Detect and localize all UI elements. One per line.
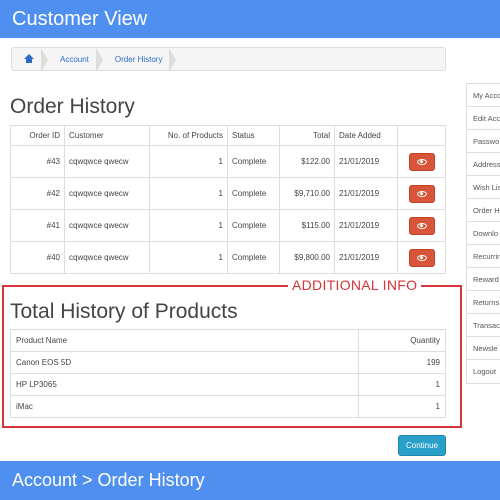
banner-title: Customer View <box>12 8 148 30</box>
column-header-total: Total <box>279 125 335 146</box>
label-dash <box>279 285 287 287</box>
products-header-row: Product Name Quantity <box>10 329 446 352</box>
order-customer: cqwqwce qwecw <box>64 241 150 274</box>
sidebar-item-downloads[interactable]: Downlo <box>467 222 500 245</box>
order-date: 21/01/2019 <box>334 177 398 210</box>
banner-caption: Account > Order History <box>12 470 205 490</box>
column-header-products: No. of Products <box>149 125 228 146</box>
table-row: #43 cqwqwce qwecw 1 Complete $122.00 21/… <box>10 145 446 178</box>
order-id: #40 <box>10 241 65 274</box>
table-row: #41 cqwqwce qwecw 1 Complete $115.00 21/… <box>10 209 446 242</box>
order-total: $9,800.00 <box>279 241 335 274</box>
sidebar-item-wish-list[interactable]: Wish Lis <box>467 176 500 199</box>
bottom-banner: Account > Order History <box>0 461 500 500</box>
order-status: Complete <box>227 241 280 274</box>
orders-header-row: Order ID Customer No. of Products Status… <box>10 125 446 146</box>
view-order-button[interactable] <box>408 216 435 235</box>
product-name: iMac <box>10 395 359 418</box>
order-action <box>397 241 446 274</box>
product-name: Canon EOS 5D <box>10 351 359 374</box>
order-action <box>397 145 446 178</box>
column-header-order-id: Order ID <box>10 125 65 146</box>
eye-icon <box>416 254 427 261</box>
table-row: #40 cqwqwce qwecw 1 Complete $9,800.00 2… <box>10 241 446 274</box>
sidebar-item-edit-account[interactable]: Edit Acc <box>467 107 500 130</box>
order-products: 1 <box>149 145 228 178</box>
sidebar-item-newsletter[interactable]: Newsle <box>467 337 500 360</box>
sidebar-item-password[interactable]: Passwo <box>467 130 500 153</box>
order-date: 21/01/2019 <box>334 209 398 242</box>
sidebar-item-address-book[interactable]: Address <box>467 153 500 176</box>
column-header-date: Date Added <box>334 125 398 146</box>
products-table: Product Name Quantity Canon EOS 5D 199 H… <box>10 329 446 418</box>
table-row: HP LP3065 1 <box>10 373 446 396</box>
order-customer: cqwqwce qwecw <box>64 177 150 210</box>
order-date: 21/01/2019 <box>334 145 398 178</box>
additional-info-label: ADDITIONAL INFO <box>288 277 422 293</box>
order-id: #43 <box>10 145 65 178</box>
order-id: #42 <box>10 177 65 210</box>
order-products: 1 <box>149 241 228 274</box>
order-action <box>397 209 446 242</box>
order-products: 1 <box>149 177 228 210</box>
order-customer: cqwqwce qwecw <box>64 209 150 242</box>
sidebar-item-my-account[interactable]: My Acco <box>467 84 500 107</box>
order-total: $115.00 <box>279 209 335 242</box>
account-sidebar: My Acco Edit Acc Passwo Address Wish Lis… <box>466 83 500 384</box>
sidebar-item-logout[interactable]: Logout <box>467 360 500 383</box>
breadcrumb-order-history[interactable]: Order History <box>103 48 177 72</box>
order-status: Complete <box>227 209 280 242</box>
eye-icon <box>416 222 427 229</box>
sidebar-item-returns[interactable]: Returns <box>467 291 500 314</box>
orders-table: Order ID Customer No. of Products Status… <box>10 125 446 274</box>
sidebar-item-transactions[interactable]: Transac <box>467 314 500 337</box>
order-customer: cqwqwce qwecw <box>64 145 150 178</box>
order-total: $122.00 <box>279 145 335 178</box>
eye-icon <box>416 190 427 197</box>
view-order-button[interactable] <box>408 184 435 203</box>
order-id: #41 <box>10 209 65 242</box>
view-order-button[interactable] <box>408 152 435 171</box>
order-status: Complete <box>227 177 280 210</box>
products-history-title: Total History of Products <box>10 300 238 323</box>
breadcrumb-home[interactable] <box>12 48 48 72</box>
breadcrumb-account[interactable]: Account <box>48 48 103 72</box>
order-action <box>397 177 446 210</box>
sidebar-item-order-history[interactable]: Order H <box>467 199 500 222</box>
sidebar-item-recurring-payments[interactable]: Recurrin <box>467 245 500 268</box>
product-quantity: 1 <box>358 395 446 418</box>
continue-button[interactable]: Continue <box>398 435 446 456</box>
table-row: Canon EOS 5D 199 <box>10 351 446 374</box>
sidebar-item-reward-points[interactable]: Reward <box>467 268 500 291</box>
order-date: 21/01/2019 <box>334 241 398 274</box>
column-header-status: Status <box>227 125 280 146</box>
product-quantity: 199 <box>358 351 446 374</box>
order-total: $9,710.00 <box>279 177 335 210</box>
page-title: Order History <box>10 95 135 118</box>
view-order-button[interactable] <box>408 248 435 267</box>
product-quantity: 1 <box>358 373 446 396</box>
column-header-quantity: Quantity <box>358 329 446 352</box>
order-status: Complete <box>227 145 280 178</box>
product-name: HP LP3065 <box>10 373 359 396</box>
column-header-customer: Customer <box>64 125 150 146</box>
eye-icon <box>416 158 427 165</box>
table-row: #42 cqwqwce qwecw 1 Complete $9,710.00 2… <box>10 177 446 210</box>
breadcrumb: Account Order History <box>11 47 446 72</box>
home-icon <box>24 54 34 64</box>
column-header-product-name: Product Name <box>10 329 359 352</box>
column-header-action <box>397 125 446 146</box>
table-row: iMac 1 <box>10 395 446 418</box>
top-banner: Customer View <box>0 0 500 38</box>
order-products: 1 <box>149 209 228 242</box>
